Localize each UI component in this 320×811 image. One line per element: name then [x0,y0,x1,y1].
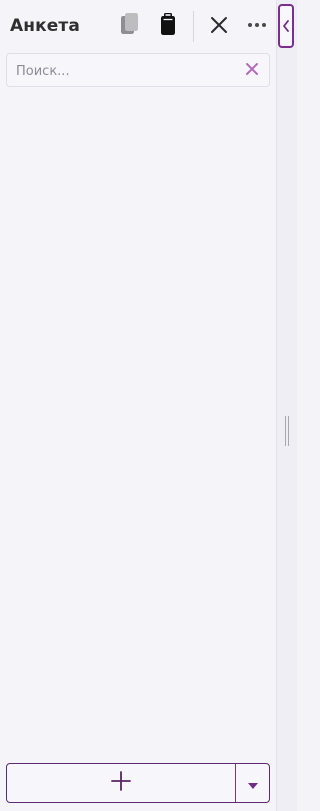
right-sidebar-strip [277,0,297,811]
add-options-button[interactable] [236,764,270,802]
copy-button[interactable] [118,12,142,42]
close-icon [245,61,259,80]
clear-search-button[interactable] [243,61,261,79]
caret-down-icon [248,774,258,793]
add-button[interactable] [7,764,235,802]
close-button[interactable] [205,13,233,41]
close-icon [209,15,229,39]
header-divider [193,11,194,42]
paste-button[interactable] [154,12,182,42]
more-button[interactable] [245,11,269,35]
panel-header: Анкета [0,0,277,52]
collapse-panel-button[interactable] [278,4,294,48]
side-panel: Анкета [0,0,277,811]
resize-handle[interactable] [284,416,290,446]
content-area [0,93,277,758]
search-box [6,53,270,88]
plus-icon [110,770,132,796]
paste-icon [156,11,180,43]
search-input[interactable] [14,54,238,88]
panel-title: Анкета [10,16,80,36]
more-icon [247,14,267,33]
copy-icon [119,11,141,43]
action-bar [6,763,270,803]
chevron-left-icon [282,17,290,36]
